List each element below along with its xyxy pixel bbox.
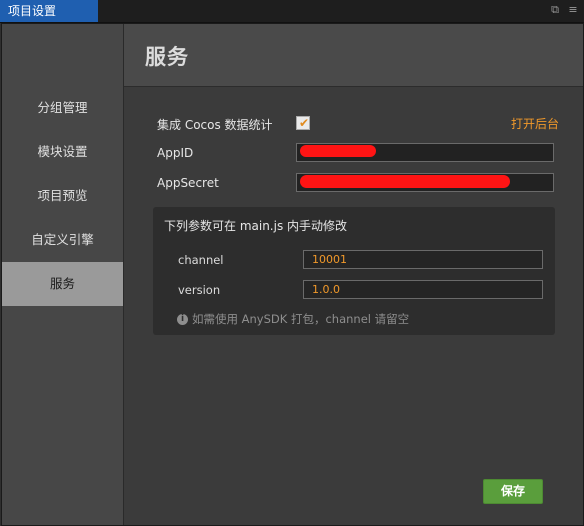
- channel-label: channel: [178, 253, 224, 267]
- appsecret-label: AppSecret: [157, 176, 219, 190]
- params-panel-title: 下列参数可在 main.js 内手动修改: [164, 219, 348, 233]
- restore-icon[interactable]: ⧉: [550, 3, 560, 17]
- info-icon: i: [177, 313, 188, 325]
- sidebar-item-module-settings[interactable]: 模块设置: [2, 130, 123, 174]
- title-bar: 项目设置 ⧉ ≡: [0, 0, 584, 23]
- window-controls: ⧉ ≡: [550, 3, 578, 17]
- params-panel: 下列参数可在 main.js 内手动修改 channel 10001 versi…: [153, 207, 555, 335]
- appid-redaction: [300, 145, 376, 157]
- checkmark-icon: ✔: [299, 116, 310, 130]
- settings-window: 分组管理 模块设置 项目预览 自定义引擎 服务 服务 集成 Cocos 数据统计…: [1, 23, 584, 526]
- sidebar-item-custom-engine[interactable]: 自定义引擎: [2, 218, 123, 262]
- appid-label: AppID: [157, 146, 194, 160]
- content-area: 服务 集成 Cocos 数据统计 ✔ 打开后台 AppID AppSecret …: [124, 24, 583, 525]
- sidebar-item-project-preview[interactable]: 项目预览: [2, 174, 123, 218]
- menu-icon[interactable]: ≡: [568, 3, 578, 17]
- save-button[interactable]: 保存: [483, 479, 543, 504]
- sidebar-item-services[interactable]: 服务: [2, 262, 123, 306]
- integrate-stats-label: 集成 Cocos 数据统计: [157, 118, 273, 132]
- sidebar: 分组管理 模块设置 项目预览 自定义引擎 服务: [2, 24, 124, 525]
- version-field[interactable]: 1.0.0: [303, 280, 543, 299]
- open-backend-link[interactable]: 打开后台: [511, 115, 559, 132]
- version-label: version: [178, 283, 221, 297]
- window-tab[interactable]: 项目设置: [0, 0, 98, 22]
- sidebar-item-group-management[interactable]: 分组管理: [2, 86, 123, 130]
- channel-field[interactable]: 10001: [303, 250, 543, 269]
- appsecret-redaction: [300, 175, 510, 188]
- anysdk-hint-text: 如需使用 AnySDK 打包，channel 请留空: [192, 312, 410, 326]
- page-header: 服务: [124, 24, 583, 87]
- integrate-stats-checkbox[interactable]: ✔: [296, 116, 310, 130]
- anysdk-hint: i 如需使用 AnySDK 打包，channel 请留空: [177, 311, 409, 327]
- page-title: 服务: [145, 45, 189, 69]
